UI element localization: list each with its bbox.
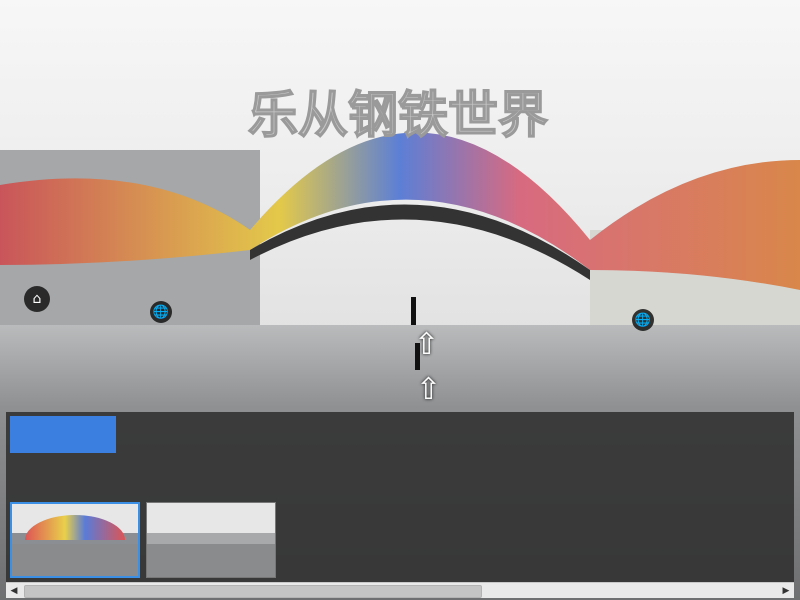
scroll-left-icon[interactable]: ◀ — [6, 583, 22, 598]
thumbnail-ground — [147, 543, 275, 577]
thumbnail-panel — [6, 412, 794, 582]
home-hotspot-icon[interactable]: ⌂ — [24, 286, 50, 312]
globe-hotspot-icon[interactable]: 🌐 — [632, 309, 654, 331]
thumbnail-sky — [147, 503, 275, 533]
scene-thumbnail[interactable] — [10, 502, 140, 578]
svg-text:乐从钢铁世界: 乐从钢铁世界 — [248, 86, 548, 144]
scrollbar-thumb[interactable] — [24, 585, 482, 598]
road-marker — [411, 297, 416, 325]
scroll-right-icon[interactable]: ▶ — [778, 583, 794, 598]
panel-tab-button[interactable] — [10, 416, 116, 453]
move-forward-arrow-icon[interactable]: ⇧ — [414, 330, 439, 360]
thumbnail-ground — [12, 543, 138, 576]
horizontal-scrollbar[interactable]: ◀ ▶ — [6, 582, 794, 598]
globe-hotspot-icon[interactable]: 🌐 — [150, 301, 172, 323]
scene-thumbnail[interactable] — [146, 502, 276, 578]
gate-arch-image: 乐从钢铁世界 — [0, 85, 800, 290]
move-forward-arrow-icon[interactable]: ⇧ — [416, 375, 441, 405]
